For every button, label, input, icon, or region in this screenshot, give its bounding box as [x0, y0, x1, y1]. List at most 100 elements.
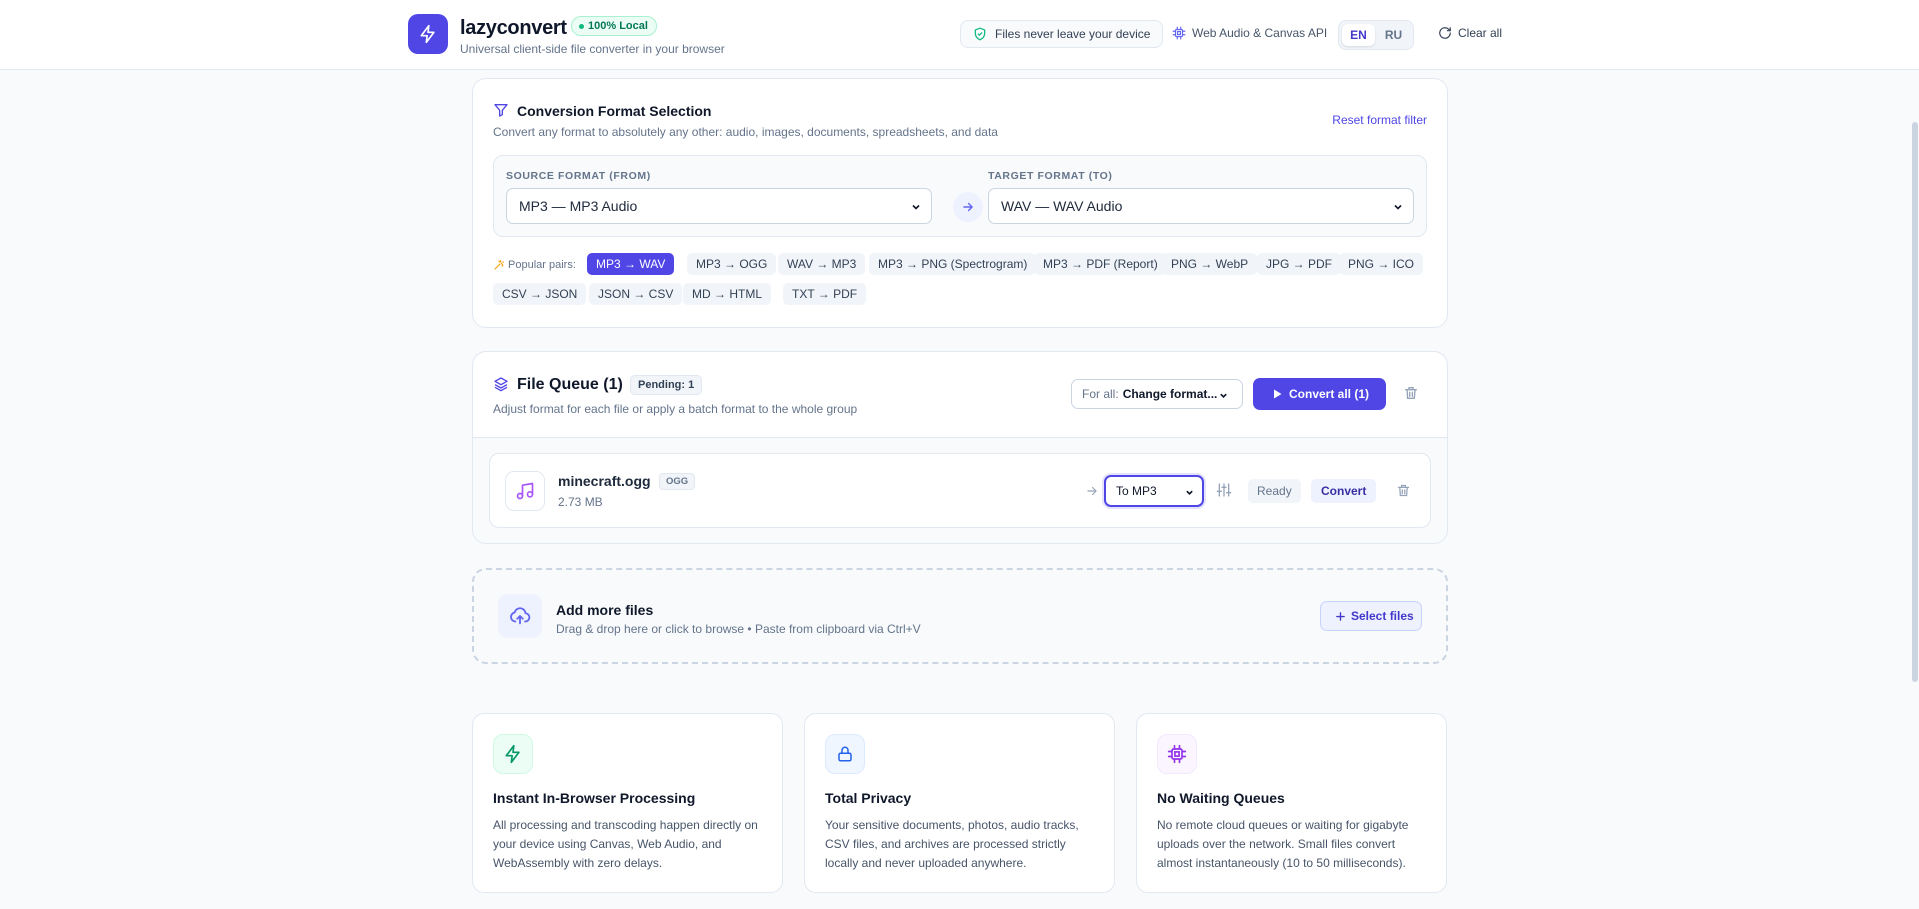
- pair-chip[interactable]: MD → HTML: [683, 283, 771, 305]
- upload-cloud-badge: [498, 594, 542, 638]
- file-queue-title: File Queue (1): [517, 376, 623, 393]
- file-target-format-select[interactable]: To MP3: [1104, 475, 1204, 507]
- dropzone-title: Add more files: [556, 602, 654, 618]
- trash-icon[interactable]: [1396, 483, 1411, 498]
- pair-chip[interactable]: CSV → JSON: [493, 283, 587, 305]
- bolt-icon: [505, 744, 520, 764]
- file-queue-header: File Queue (1) Pending: 1 Adjust format …: [473, 352, 1447, 438]
- refresh-icon: [1439, 27, 1451, 39]
- sliders-icon[interactable]: [1216, 482, 1232, 498]
- file-row: minecraft.ogg OGG 2.73 MB To MP3 Ready C…: [489, 453, 1431, 528]
- feature-card-privacy: Total Privacy Your sensitive documents, …: [804, 713, 1115, 893]
- feature-description: All processing and transcoding happen di…: [493, 818, 758, 870]
- feature-icon-badge: [1157, 734, 1197, 774]
- popular-pairs-label-text: Popular pairs:: [508, 259, 576, 271]
- dropzone-description: Drag & drop here or click to browse • Pa…: [556, 622, 921, 636]
- pair-chip[interactable]: WAV → MP3: [778, 253, 866, 275]
- feature-icon-badge: [825, 734, 865, 774]
- file-target-format-value: To MP3: [1116, 484, 1157, 498]
- select-files-button[interactable]: Select files: [1320, 601, 1422, 631]
- pending-badge: Pending: 1: [630, 375, 703, 395]
- source-format-label: SOURCE FORMAT (FROM): [506, 170, 651, 182]
- shield-check-icon: [974, 27, 986, 41]
- file-ext-badge: OGG: [659, 473, 696, 490]
- file-queue-card: File Queue (1) Pending: 1 Adjust format …: [472, 351, 1448, 544]
- chevron-down-icon: [1394, 204, 1402, 210]
- pair-chip[interactable]: MP3 → PNG (Spectrogram): [869, 253, 1037, 275]
- brand-logo[interactable]: [408, 14, 448, 54]
- pair-chip[interactable]: JSON → CSV: [589, 283, 683, 305]
- file-name: minecraft.ogg: [558, 473, 651, 489]
- status-badge: Ready: [1248, 479, 1301, 503]
- feature-title: Total Privacy: [825, 790, 912, 806]
- page-scrollbar[interactable]: [1912, 122, 1918, 682]
- language-switch: EN RU: [1338, 20, 1414, 50]
- pair-chip[interactable]: PNG → ICO: [1339, 253, 1424, 275]
- batch-format-value: Change format...: [1122, 387, 1218, 401]
- chip-icon: [1167, 744, 1187, 764]
- target-format-value: WAV — WAV Audio: [1001, 198, 1123, 214]
- filter-icon: [494, 104, 508, 117]
- file-dropzone[interactable]: Add more files Drag & drop here or click…: [472, 568, 1448, 664]
- lock-icon: [838, 746, 852, 762]
- feature-card-no-queues: No Waiting Queues No remote cloud queues…: [1136, 713, 1447, 893]
- feature-card-instant: Instant In-Browser Processing All proces…: [472, 713, 783, 893]
- popular-pairs-label: Popular pairs:: [493, 259, 576, 271]
- upload-cloud-icon: [510, 607, 531, 625]
- local-badge: 100% Local: [571, 16, 657, 36]
- app-header: lazyconvert 100% Local Universal client-…: [0, 0, 1919, 70]
- lang-en-button[interactable]: EN: [1342, 24, 1375, 46]
- source-format-select[interactable]: MP3 — MP3 Audio: [506, 188, 932, 224]
- feature-description: No remote cloud queues or waiting for gi…: [1157, 818, 1409, 870]
- music-note-icon: [516, 482, 534, 500]
- lang-ru-button[interactable]: RU: [1377, 24, 1410, 46]
- api-info-label: Web Audio & Canvas API: [1192, 26, 1328, 40]
- file-size: 2.73 MB: [558, 495, 603, 509]
- target-format-select[interactable]: WAV — WAV Audio: [988, 188, 1414, 224]
- feature-title: Instant In-Browser Processing: [493, 790, 696, 806]
- privacy-pill: Files never leave your device: [960, 20, 1164, 48]
- format-selection-title: Conversion Format Selection: [517, 103, 712, 119]
- convert-file-button[interactable]: Convert: [1311, 479, 1377, 503]
- pair-chip[interactable]: JPG → PDF: [1257, 253, 1342, 275]
- chevron-down-icon: [1220, 393, 1227, 398]
- chevron-down-icon: [912, 204, 920, 210]
- chip-icon: [1172, 26, 1186, 40]
- select-files-label: Select files: [1351, 609, 1414, 623]
- reset-format-filter-link[interactable]: Reset format filter: [1332, 113, 1427, 127]
- chevron-down-icon: [1186, 490, 1193, 495]
- brand-subtitle: Universal client-side file converter in …: [460, 42, 725, 56]
- clear-all-label: Clear all: [1458, 26, 1503, 40]
- sparkle-wand-icon: [494, 259, 505, 270]
- arrow-right-icon: [1087, 486, 1097, 496]
- convert-all-label: Convert all (1): [1289, 387, 1370, 401]
- plus-icon: [1336, 612, 1345, 621]
- source-format-value: MP3 — MP3 Audio: [519, 198, 638, 214]
- swap-direction-arrow[interactable]: [953, 192, 983, 222]
- feature-title: No Waiting Queues: [1157, 790, 1285, 806]
- format-selection-description: Convert any format to absolutely any oth…: [493, 125, 998, 139]
- file-queue-description: Adjust format for each file or apply a b…: [493, 402, 858, 416]
- target-format-label: TARGET FORMAT (TO): [988, 170, 1113, 182]
- pair-chip[interactable]: TXT → PDF: [783, 283, 867, 305]
- pair-chip[interactable]: MP3 → PDF (Report): [1034, 253, 1167, 275]
- layers-icon: [494, 377, 508, 392]
- api-info: Web Audio & Canvas API: [1172, 26, 1327, 40]
- trash-icon[interactable]: [1403, 385, 1419, 401]
- clear-all-button[interactable]: Clear all: [1438, 26, 1502, 40]
- batch-format-select[interactable]: For all: Change format...: [1071, 379, 1243, 409]
- file-type-badge: [505, 471, 545, 511]
- privacy-pill-label: Files never leave your device: [995, 27, 1151, 41]
- feature-icon-badge: [493, 734, 533, 774]
- arrow-right-icon: [963, 202, 973, 212]
- play-icon: [1274, 389, 1282, 399]
- feature-description: Your sensitive documents, photos, audio …: [825, 818, 1079, 870]
- brand-name: lazyconvert: [460, 17, 567, 39]
- format-pickers: SOURCE FORMAT (FROM) MP3 — MP3 Audio TAR…: [493, 155, 1427, 237]
- format-selection-card: Conversion Format Selection Convert any …: [472, 78, 1448, 328]
- convert-all-button[interactable]: Convert all (1): [1253, 378, 1386, 410]
- pair-chip[interactable]: PNG → WebP: [1162, 253, 1258, 275]
- batch-format-label: For all:: [1082, 387, 1119, 401]
- pair-chip[interactable]: MP3 → WAV: [587, 253, 675, 275]
- pair-chip[interactable]: MP3 → OGG: [687, 253, 777, 275]
